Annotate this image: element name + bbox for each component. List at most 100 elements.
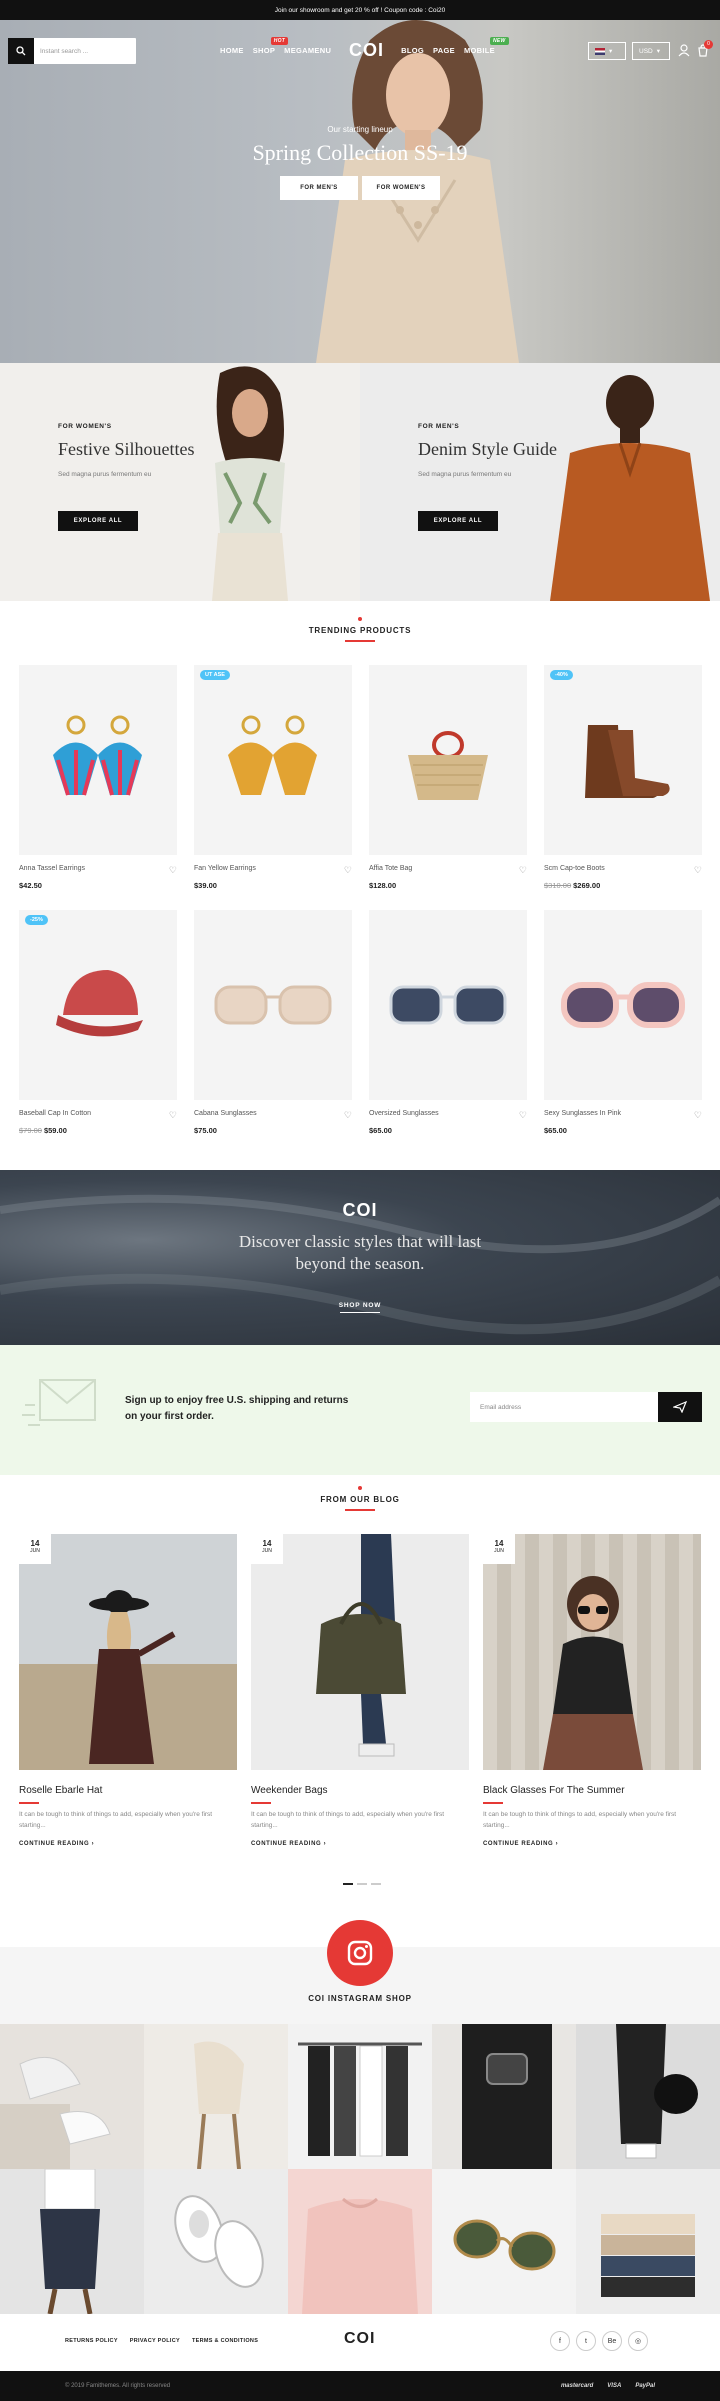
continue-reading-link[interactable]: CONTINUE READING ›	[483, 1841, 701, 1847]
heart-icon[interactable]: ♡	[519, 865, 527, 876]
subscribe-button[interactable]	[658, 1392, 702, 1422]
product-name[interactable]: Baseball Cap In Cotton	[19, 1110, 91, 1121]
post-date: 14 JUN	[483, 1534, 515, 1564]
product-card[interactable]: -25% Baseball Cap In Cotton ♡ $79.00 $59.0…	[19, 910, 177, 1135]
product-image[interactable]: -40%	[544, 665, 702, 855]
search-input[interactable]: Instant search ...	[34, 48, 88, 55]
product-image[interactable]	[369, 665, 527, 855]
product-image[interactable]	[544, 910, 702, 1100]
product-image[interactable]: UT ASE	[194, 665, 352, 855]
trending-title: TRENDING PRODUCTS	[308, 626, 412, 635]
post-title[interactable]: Weekender Bags	[251, 1785, 469, 1796]
product-name[interactable]: Affia Tote Bag	[369, 865, 412, 876]
product-name[interactable]: Anna Tassel Earrings	[19, 865, 85, 876]
post-title[interactable]: Black Glasses For The Summer	[483, 1785, 701, 1796]
blog-title: FROM OUR BLOG	[320, 1495, 400, 1504]
flag-icon	[595, 47, 605, 55]
behance-icon[interactable]: Be	[602, 2331, 622, 2351]
banner-women-explore-button[interactable]: EXPLORE ALL	[58, 511, 138, 531]
instagram-photo[interactable]	[0, 2169, 144, 2314]
for-mens-button[interactable]: FOR MEN'S	[280, 176, 358, 200]
product-name[interactable]: Sexy Sunglasses In Pink	[544, 1110, 621, 1121]
instagram-button[interactable]	[327, 1920, 393, 1986]
earrings-image	[228, 715, 317, 795]
shop-now-link[interactable]: SHOP NOW	[0, 1302, 720, 1309]
post-excerpt: It can be tough to think of things to ad…	[19, 1811, 213, 1829]
menu-blog[interactable]: BLOG	[401, 46, 424, 55]
menu-mobile[interactable]: MOBILE NEW	[464, 37, 509, 55]
sunglasses-image	[561, 982, 685, 1028]
blog-post[interactable]: 14 JUN Black Glasses For The Summer It ca…	[483, 1534, 701, 1847]
product-price: $310.00 $269.00	[544, 881, 601, 890]
heart-icon[interactable]: ♡	[519, 1110, 527, 1121]
product-card[interactable]: UT ASE Fan Yellow Earrings ♡ $39.00	[194, 665, 352, 890]
product-card[interactable]: Anna Tassel Earrings ♡ $42.50	[19, 665, 177, 890]
terms-link[interactable]: TERMS & CONDITIONS	[192, 2338, 258, 2344]
menu-page[interactable]: PAGE	[433, 46, 455, 55]
account-icon[interactable]	[678, 44, 690, 62]
instagram-photo[interactable]	[576, 2169, 720, 2314]
instagram-photo[interactable]	[144, 2169, 288, 2314]
instagram-photo[interactable]	[0, 2024, 144, 2169]
twitter-icon[interactable]: t	[576, 2331, 596, 2351]
menu-shop[interactable]: SHOP HOT	[253, 37, 289, 55]
banner-men-explore-button[interactable]: EXPLORE ALL	[418, 511, 498, 531]
language-selector[interactable]: ▾	[588, 42, 626, 60]
product-card[interactable]: Oversized Sunglasses ♡ $65.00	[369, 910, 527, 1135]
heart-icon[interactable]: ♡	[169, 1110, 177, 1121]
boots-image	[585, 725, 670, 798]
banner-men[interactable]: FOR MEN'S Denim Style Guide Sed magna pu…	[360, 363, 720, 601]
instagram-photo[interactable]	[576, 2024, 720, 2169]
continue-reading-link[interactable]: CONTINUE READING ›	[19, 1841, 237, 1847]
product-price: $42.50	[19, 881, 42, 890]
product-name[interactable]: Scm Cap-toe Boots	[544, 865, 605, 876]
blog-dots[interactable]	[343, 1883, 381, 1885]
blog-image[interactable]: 14 JUN	[251, 1534, 469, 1770]
product-name[interactable]: Cabana Sunglasses	[194, 1110, 257, 1121]
search-box[interactable]: Instant search ...	[8, 38, 136, 64]
menu-megamenu[interactable]: MEGAMENU	[284, 46, 331, 55]
facebook-icon[interactable]: f	[550, 2331, 570, 2351]
heart-icon[interactable]: ♡	[344, 1110, 352, 1121]
for-womens-button[interactable]: FOR WOMEN'S	[362, 176, 440, 200]
site-logo[interactable]: COI	[349, 40, 384, 61]
instagram-photo[interactable]	[432, 2169, 576, 2314]
blog-post[interactable]: 14 JUN Roselle Ebarle Hat It can be tough…	[19, 1534, 237, 1847]
product-card[interactable]: Affia Tote Bag ♡ $128.00	[369, 665, 527, 890]
instagram-grid	[0, 2024, 720, 2314]
returns-policy-link[interactable]: RETURNS POLICY	[65, 2338, 118, 2344]
search-icon[interactable]	[8, 38, 34, 64]
blog-post[interactable]: 14 JUN Weekender Bags It can be tough to …	[251, 1534, 469, 1847]
instagram-photo[interactable]	[432, 2024, 576, 2169]
heart-icon[interactable]: ♡	[694, 1110, 702, 1121]
product-card[interactable]: -40% Scm Cap-toe Boots ♡ $310.00 $269.00	[544, 665, 702, 890]
privacy-policy-link[interactable]: PRIVACY POLICY	[130, 2338, 180, 2344]
product-name[interactable]: Fan Yellow Earrings	[194, 865, 256, 876]
earrings-image	[53, 715, 142, 796]
banner-women[interactable]: FOR WOMEN'S Festive Silhouettes Sed magn…	[0, 363, 360, 601]
instagram-photo[interactable]	[288, 2024, 432, 2169]
post-title[interactable]: Roselle Ebarle Hat	[19, 1785, 237, 1796]
footer-logo[interactable]: COI	[344, 2330, 375, 2348]
copyright-text: © 2019 Famithemes. All rights reserved	[65, 2383, 171, 2389]
menu-home[interactable]: HOME	[220, 46, 244, 55]
heart-icon[interactable]: ♡	[169, 865, 177, 876]
instagram-photo[interactable]	[288, 2169, 432, 2314]
product-card[interactable]: Sexy Sunglasses In Pink ♡ $65.00	[544, 910, 702, 1135]
blog-image[interactable]: 14 JUN	[19, 1534, 237, 1770]
heart-icon[interactable]: ♡	[344, 865, 352, 876]
cart-icon[interactable]: 0	[697, 40, 713, 62]
email-field[interactable]: Email address	[470, 1392, 658, 1422]
product-image[interactable]	[194, 910, 352, 1100]
heart-icon[interactable]: ♡	[694, 865, 702, 876]
instagram-social-icon[interactable]: ◎	[628, 2331, 648, 2351]
instagram-photo[interactable]	[144, 2024, 288, 2169]
continue-reading-link[interactable]: CONTINUE READING ›	[251, 1841, 469, 1847]
product-name[interactable]: Oversized Sunglasses	[369, 1110, 439, 1121]
product-image[interactable]	[369, 910, 527, 1100]
product-card[interactable]: Cabana Sunglasses ♡ $75.00	[194, 910, 352, 1135]
product-image[interactable]: -25%	[19, 910, 177, 1100]
product-image[interactable]	[19, 665, 177, 855]
blog-image[interactable]: 14 JUN	[483, 1534, 701, 1770]
currency-selector[interactable]: USD ▾	[632, 42, 670, 60]
